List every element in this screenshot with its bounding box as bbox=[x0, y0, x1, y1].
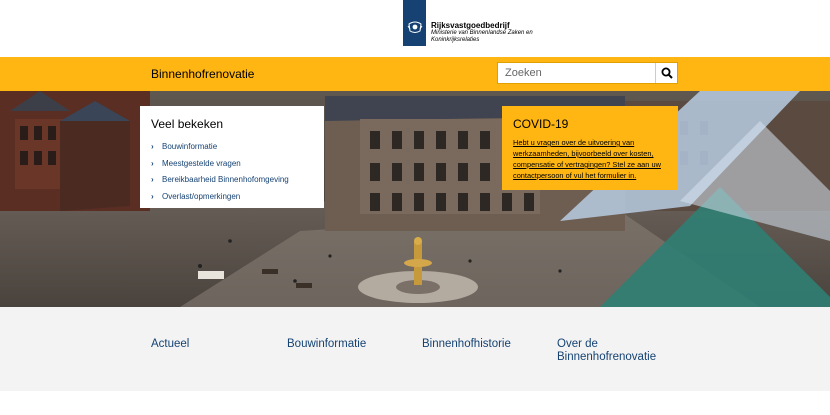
org-sub-line2: Koninkrijksrelaties bbox=[431, 36, 480, 43]
footer-link-over[interactable]: Over de Binnenhofrenovatie bbox=[557, 338, 677, 364]
search-input[interactable] bbox=[498, 63, 655, 83]
covid-title: COVID-19 bbox=[513, 117, 569, 131]
search-box bbox=[497, 62, 678, 84]
coat-of-arms-icon bbox=[407, 21, 422, 33]
logo-text: Rijksvastgoedbedrijf Ministerie van Binn… bbox=[431, 21, 533, 43]
org-name: Rijksvastgoedbedrijf bbox=[431, 21, 510, 30]
footer-nav: Actueel Bouwinformatie Binnenhofhistorie… bbox=[0, 307, 830, 391]
chevron-right-icon: › bbox=[151, 142, 154, 151]
search-icon bbox=[661, 67, 673, 79]
top-bar: Rijksvastgoedbedrijf Ministerie van Binn… bbox=[0, 0, 830, 57]
logo[interactable]: Rijksvastgoedbedrijf Ministerie van Binn… bbox=[403, 0, 533, 46]
footer-link-bouwinformatie[interactable]: Bouwinformatie bbox=[287, 338, 407, 351]
footer-link-binnenhofhistorie[interactable]: Binnenhofhistorie bbox=[422, 338, 542, 351]
popular-link-faq[interactable]: Meestgestelde vragen bbox=[162, 156, 241, 173]
covid-panel: COVID-19 Hebt u vragen over de uitvoerin… bbox=[502, 106, 678, 190]
popular-link-overlast[interactable]: Overlast/opmerkingen bbox=[162, 189, 240, 206]
list-item: › Overlast/opmerkingen bbox=[151, 189, 313, 206]
chevron-right-icon: › bbox=[151, 191, 154, 201]
footer-link-actueel[interactable]: Actueel bbox=[151, 338, 271, 351]
navigation-bar: Binnenhofrenovatie bbox=[0, 57, 830, 91]
popular-list: › Bouwinformatie › Meestgestelde vragen › B… bbox=[151, 139, 313, 205]
list-item: › Bereikbaarheid Binnenhofomgeving bbox=[151, 172, 313, 189]
bottom-strip bbox=[0, 391, 830, 415]
search-button[interactable] bbox=[655, 63, 677, 83]
hero-image bbox=[0, 91, 830, 307]
org-sub-line1: Ministerie van Binnenlandse Zaken en bbox=[431, 30, 533, 37]
popular-panel: Veel bekeken › Bouwinformatie › Meestgeste… bbox=[140, 106, 324, 208]
binnenhof-photo bbox=[0, 91, 830, 307]
popular-link-bouwinformatie[interactable]: Bouwinformatie bbox=[162, 139, 217, 156]
list-item: › Meestgestelde vragen bbox=[151, 156, 313, 173]
chevron-right-icon: › bbox=[151, 175, 154, 184]
popular-link-bereikbaarheid[interactable]: Bereikbaarheid Binnenhofomgeving bbox=[162, 172, 289, 189]
list-item: › Bouwinformatie bbox=[151, 139, 313, 156]
covid-link[interactable]: Hebt u vragen over de uitvoering van wer… bbox=[513, 137, 667, 181]
site-title-link[interactable]: Binnenhofrenovatie bbox=[151, 67, 254, 81]
logo-ribbon bbox=[403, 0, 426, 46]
chevron-right-icon: › bbox=[151, 158, 154, 168]
popular-title: Veel bekeken bbox=[151, 117, 224, 131]
